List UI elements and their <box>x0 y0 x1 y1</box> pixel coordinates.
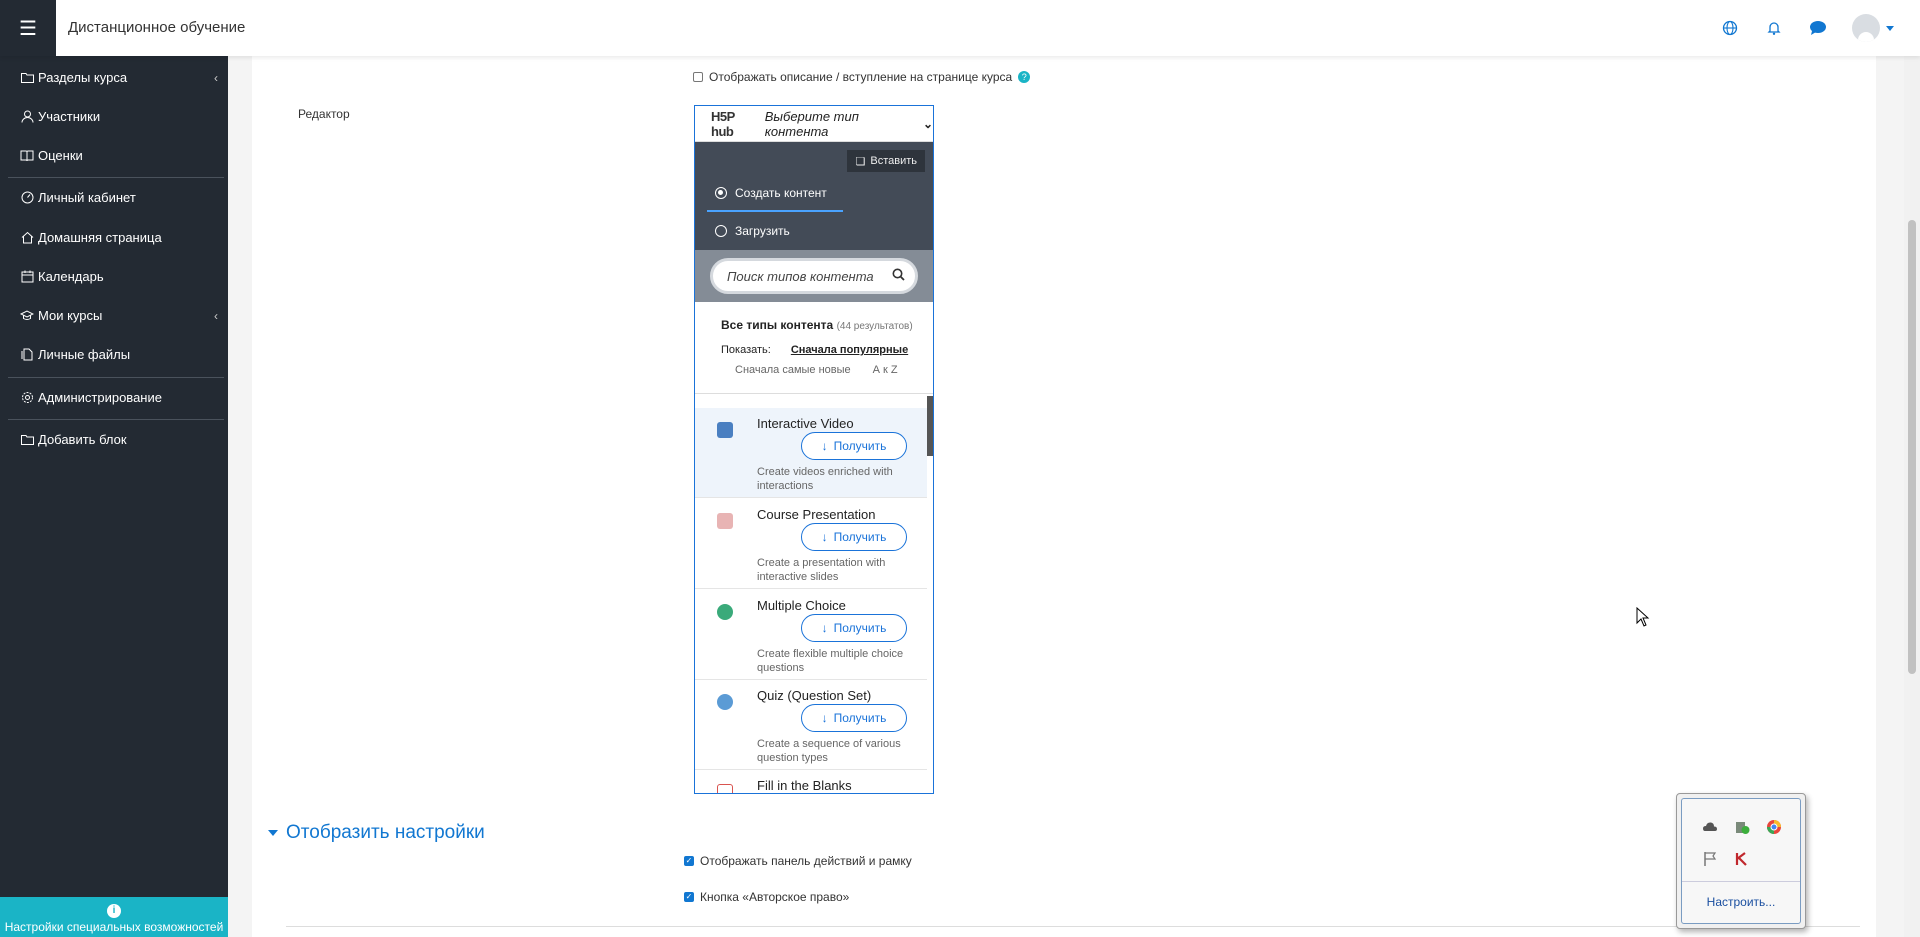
sidebar-item-private-files[interactable]: Личные файлы <box>20 347 130 362</box>
active-tab-indicator <box>707 210 843 212</box>
get-button[interactable]: ↓ Получить <box>801 432 907 460</box>
get-button[interactable]: ↓ Получить <box>801 704 907 732</box>
folder-plus-icon <box>20 433 34 447</box>
multiple-choice-icon <box>717 604 733 620</box>
sidebar-item-administration[interactable]: Администрирование <box>20 390 162 405</box>
book-icon <box>20 149 34 163</box>
sidebar-nav: Разделы курса ‹ Участники Оценки Личный … <box>0 56 228 937</box>
accessibility-icon: i <box>107 904 121 918</box>
divider <box>286 926 1860 927</box>
top-navbar: ☰ Дистанционное обучение <box>0 0 1920 56</box>
radio-icon <box>715 225 727 237</box>
mouse-cursor <box>1636 606 1650 630</box>
sidebar-item-add-block[interactable]: Добавить блок <box>20 432 127 447</box>
user-avatar[interactable] <box>1852 14 1880 42</box>
security-shield-icon[interactable] <box>1734 819 1750 835</box>
browser-icon[interactable] <box>1766 819 1782 835</box>
sort-az-link[interactable]: А к Z <box>873 364 898 376</box>
cloud-sync-icon[interactable] <box>1702 819 1718 835</box>
home-icon <box>20 231 34 245</box>
folder-icon <box>20 71 34 85</box>
language-icon[interactable] <box>1720 18 1740 38</box>
customize-tray-link[interactable]: Настроить... <box>1682 895 1800 909</box>
actionbar-checkbox[interactable]: ✓ <box>684 856 694 866</box>
download-icon: ↓ <box>821 621 828 635</box>
site-title[interactable]: Дистанционное обучение <box>68 19 245 36</box>
users-icon <box>20 110 34 124</box>
download-icon: ↓ <box>821 439 828 453</box>
editor-label: Редактор <box>298 107 350 121</box>
menu-toggle-button[interactable]: ☰ <box>0 0 56 56</box>
hub-type-selector[interactable]: H5P hub Выберите тип контента ⌄ <box>695 106 933 142</box>
list-item[interactable]: Quiz (Question Set) ↓ Получить Create a s… <box>695 680 927 770</box>
graduation-cap-icon <box>20 309 34 323</box>
copyright-option: ✓ Кнопка «Авторское право» <box>684 890 850 904</box>
actionbar-option: ✓ Отображать панель действий и рамку <box>684 854 912 868</box>
h5p-hub: H5P hub Выберите тип контента ⌄ ❏ Встави… <box>694 105 934 794</box>
sidebar-item-home[interactable]: Домашняя страница <box>20 230 162 245</box>
content-type-search-input[interactable]: Поиск типов контента <box>710 258 918 294</box>
chevron-down-icon[interactable] <box>1886 25 1894 31</box>
chat-icon[interactable] <box>1808 18 1828 38</box>
sort-popular-link[interactable]: Сначала популярные <box>791 344 908 356</box>
chevron-left-icon: ‹ <box>214 70 218 85</box>
hub-filter: Все типы контента (44 результатов) Показ… <box>695 302 933 394</box>
content-type-list: Interactive Video ↓ Получить Create video… <box>695 394 933 793</box>
get-button[interactable]: ↓ Получить <box>801 614 907 642</box>
flag-icon[interactable] <box>1702 851 1718 867</box>
chevron-down-icon: ⌄ <box>922 116 933 131</box>
search-icon[interactable] <box>892 268 905 284</box>
download-icon: ↓ <box>821 530 828 544</box>
sidebar-item-course-sections[interactable]: Разделы курса ‹ <box>20 70 218 85</box>
interactive-video-icon <box>717 422 733 438</box>
hub-search-bar: Поиск типов контента <box>695 250 933 302</box>
hub-tabs: ❏ Вставить Создать контент Загрузить <box>695 142 933 250</box>
radio-selected-icon <box>715 187 727 199</box>
gear-icon <box>20 391 34 405</box>
sidebar-item-dashboard[interactable]: Личный кабинет <box>20 190 136 205</box>
bell-icon[interactable] <box>1764 18 1784 38</box>
copyright-checkbox[interactable]: ✓ <box>684 892 694 902</box>
help-icon[interactable]: ? <box>1018 71 1031 83</box>
show-description-checkbox[interactable] <box>693 72 703 82</box>
course-presentation-icon <box>717 513 733 529</box>
list-item[interactable]: Course Presentation ↓ Получить Create a p… <box>695 499 927 589</box>
question-set-icon <box>717 694 733 710</box>
calendar-icon <box>20 270 34 284</box>
download-icon: ↓ <box>821 711 828 725</box>
scrollbar-thumb[interactable] <box>1908 220 1916 674</box>
dashboard-icon <box>20 191 34 205</box>
paste-button[interactable]: ❏ Вставить <box>847 150 925 172</box>
list-item[interactable]: Interactive Video ↓ Получить Create video… <box>695 408 927 498</box>
h5p-logo: H5P hub <box>711 108 735 139</box>
fill-in-blanks-icon <box>717 784 733 793</box>
sort-newest-link[interactable]: Сначала самые новые <box>735 364 851 376</box>
antivirus-icon[interactable] <box>1734 851 1750 867</box>
sidebar-item-participants[interactable]: Участники <box>20 109 100 124</box>
tab-create-content[interactable]: Создать контент <box>715 186 827 200</box>
hamburger-icon: ☰ <box>19 17 37 40</box>
accessibility-settings-button[interactable]: i Настройки специальных возможностей <box>0 897 228 937</box>
list-item[interactable]: Multiple Choice ↓ Получить Create flexibl… <box>695 590 927 680</box>
list-scrollbar[interactable] <box>927 396 933 456</box>
main-content: Отображать описание / вступление на стра… <box>252 56 1876 937</box>
page-scrollbar[interactable] <box>1904 56 1920 937</box>
sidebar-item-calendar[interactable]: Календарь <box>20 269 104 284</box>
chevron-left-icon: ‹ <box>214 308 218 323</box>
sidebar-item-my-courses[interactable]: Мои курсы ‹ <box>20 308 218 323</box>
caret-down-icon <box>268 830 278 836</box>
system-tray-popup: Настроить... <box>1676 793 1806 929</box>
show-description-option: Отображать описание / вступление на стра… <box>693 70 1031 84</box>
tab-upload[interactable]: Загрузить <box>715 224 790 238</box>
list-item[interactable]: Fill in the Blanks <box>695 770 927 793</box>
clipboard-icon: ❏ <box>855 155 866 168</box>
display-settings-toggle[interactable]: Отобразить настройки <box>268 822 485 844</box>
get-button[interactable]: ↓ Получить <box>801 523 907 551</box>
files-icon <box>20 348 34 362</box>
sidebar-item-grades[interactable]: Оценки <box>20 148 83 163</box>
